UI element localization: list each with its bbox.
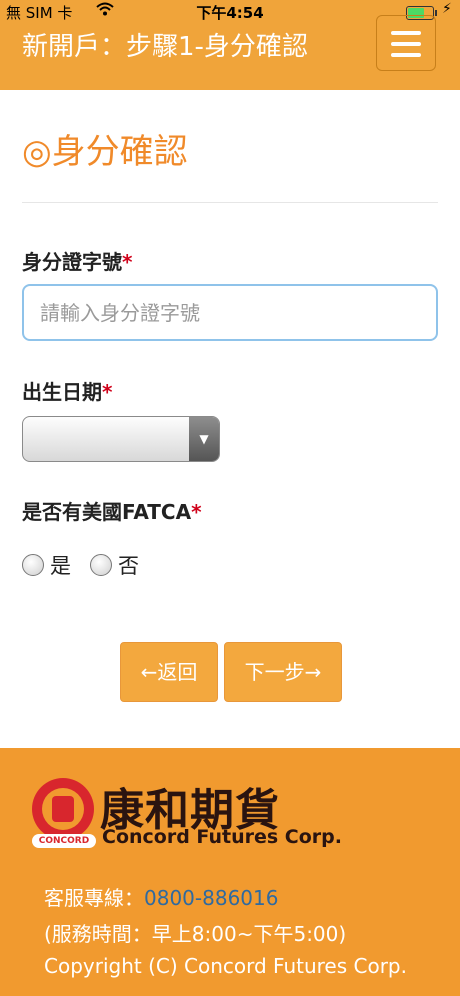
hamburger-menu-icon[interactable] [376,15,436,71]
fatca-yes-radio[interactable] [22,554,44,576]
service-hours: (服務時間：早上8:00~下午5:00) [44,922,347,946]
fatca-no-radio[interactable] [90,554,112,576]
fatca-label-text: 是否有美國FATCA [22,500,192,524]
concord-logo-emblem [32,778,94,840]
hotline: 客服專線：0800-886016 [44,882,278,911]
section-title: ◎身分確認 [22,132,188,172]
birth-date-select[interactable]: ▼ [22,416,220,462]
fatca-no-label: 否 [118,554,139,578]
birth-date-label: 出生日期* [22,376,112,405]
divider [22,202,438,203]
logo-small-text: CONCORD [32,834,96,848]
back-button[interactable]: ←返回 [120,642,218,702]
dropdown-arrow-icon: ▼ [189,417,219,461]
logo-english-name: Concord Futures Corp. [102,826,342,848]
fatca-yes-label: 是 [50,554,71,578]
next-step-button[interactable]: 下一步→ [224,642,342,702]
copyright: Copyright (C) Concord Futures Corp. [44,954,407,978]
id-number-input[interactable] [22,284,438,341]
hotline-number-link[interactable]: 0800-886016 [144,886,278,910]
required-mark: * [122,250,133,274]
charging-bolt-icon: ⚡ [442,1,452,17]
page-title: 新開戶：步驟1-身分確認 [22,32,308,62]
id-number-label: 身分證字號* [22,246,132,275]
birth-date-label-text: 出生日期 [22,380,102,404]
required-mark: * [191,500,202,524]
required-mark: * [102,380,113,404]
hotline-label: 客服專線： [44,886,144,910]
id-number-label-text: 身分證字號 [22,250,122,274]
fatca-label: 是否有美國FATCA* [22,496,202,525]
